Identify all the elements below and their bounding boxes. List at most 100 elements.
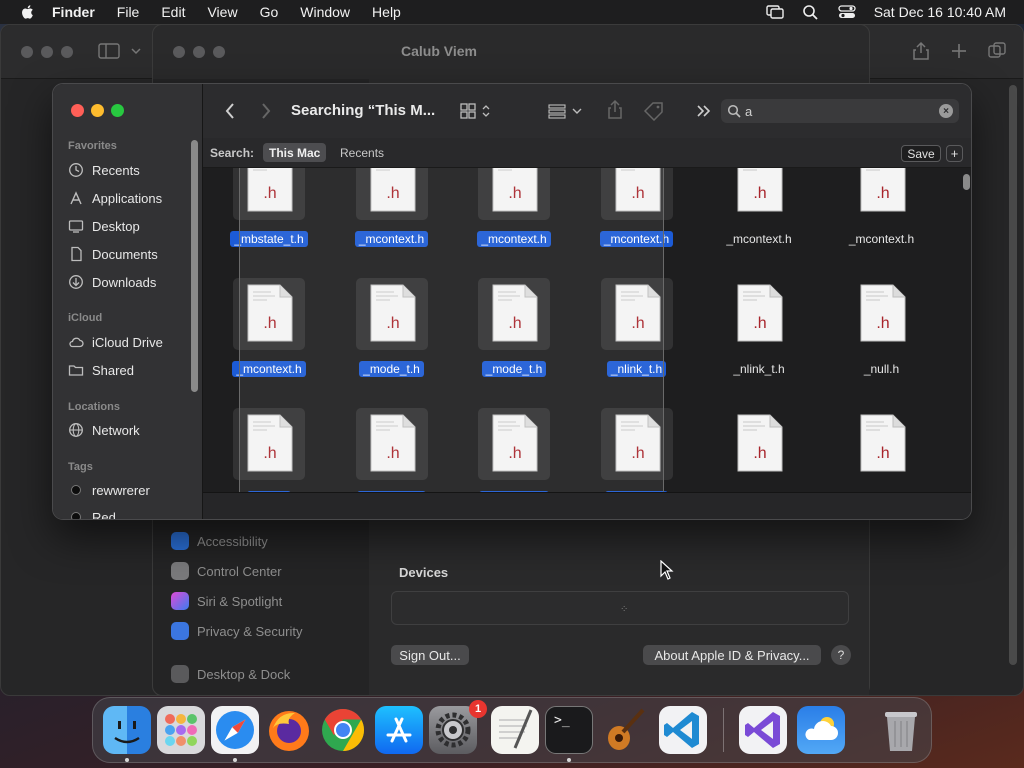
dock-trash[interactable] <box>877 706 925 754</box>
file-item[interactable]: .h_o_sync.h <box>571 408 681 492</box>
dock-garageband[interactable] <box>601 706 649 754</box>
menu-help[interactable]: Help <box>372 4 401 20</box>
dock-firefox[interactable] <box>265 706 313 754</box>
file-item[interactable]: .h _nlink_t.h <box>571 278 681 388</box>
dock-chrome[interactable] <box>319 706 367 754</box>
sidebar-item-tag-red[interactable]: Red <box>68 506 116 519</box>
file-item[interactable]: .h_off_t.h <box>816 408 926 492</box>
file-item[interactable]: .h_null.h <box>203 408 313 492</box>
dock-weather[interactable] <box>797 706 845 754</box>
file-item[interactable]: .h _nlink_t.h <box>693 278 803 388</box>
sidebar-item-network[interactable]: Network <box>68 419 140 441</box>
settings-item-accessibility[interactable]: Accessibility <box>171 530 268 552</box>
running-indicator <box>125 758 129 762</box>
add-criteria-button[interactable]: + <box>946 145 963 162</box>
forward-chevron-icon[interactable] <box>259 101 273 121</box>
scope-this-mac-button[interactable]: This Mac <box>263 143 327 162</box>
dock-vscode[interactable] <box>659 706 707 754</box>
tag-icon[interactable] <box>643 101 665 121</box>
sign-out-button[interactable]: Sign Out... <box>391 645 469 665</box>
icon-view-grid-icon[interactable] <box>459 101 493 121</box>
settings-item-siri-spotlight[interactable]: Siri & Spotlight <box>171 590 282 612</box>
menu-edit[interactable]: Edit <box>161 4 185 20</box>
file-item[interactable]: .h_o_dsync.h <box>326 408 436 492</box>
back-chevron-icon[interactable] <box>223 101 237 121</box>
chevron-down-icon[interactable] <box>131 47 141 55</box>
sidebar-item-downloads[interactable]: Downloads <box>68 271 156 293</box>
dock-terminal[interactable]: >_ <box>545 706 593 754</box>
control-center-icon[interactable] <box>838 4 856 20</box>
sidebar-item-applications[interactable]: Applications <box>68 187 162 209</box>
settings-item-control-center[interactable]: Control Center <box>171 560 282 582</box>
scope-recents-button[interactable]: Recents <box>340 146 384 160</box>
apple-logo-icon[interactable] <box>18 3 38 21</box>
file-item[interactable]: .h_o_dsync.h <box>448 408 558 492</box>
settings-zoom-button[interactable] <box>213 46 225 58</box>
file-item[interactable]: .h _mbstate_t.h <box>203 168 313 258</box>
sidebar-item-recents[interactable]: Recents <box>68 159 140 181</box>
menu-clock[interactable]: Sat Dec 16 10:40 AM <box>874 4 1006 20</box>
settings-item-desktop-dock[interactable]: Desktop & Dock <box>171 663 290 685</box>
tab-overview-icon[interactable] <box>987 41 1007 61</box>
search-input[interactable] <box>745 102 925 120</box>
sidebar-item-shared[interactable]: Shared <box>68 359 134 381</box>
file-item[interactable]: .h _mcontext.h <box>448 168 558 258</box>
group-by-icon[interactable] <box>547 101 587 121</box>
dock-launchpad[interactable] <box>157 706 205 754</box>
settings-minimize-button[interactable] <box>193 46 205 58</box>
bg-scrollbar[interactable] <box>1009 85 1017 665</box>
dock-textedit[interactable] <box>491 706 539 754</box>
sidebar-item-tag-rewwrerer[interactable]: rewwrerer <box>68 479 150 501</box>
bg-minimize-button[interactable] <box>41 46 53 58</box>
menu-go[interactable]: Go <box>260 4 279 20</box>
sidebar-toggle-icon[interactable] <box>98 43 120 59</box>
file-item[interactable]: .h _mode_t.h <box>326 278 436 388</box>
file-item[interactable]: .h _mcontext.h <box>326 168 436 258</box>
bg-zoom-button[interactable] <box>61 46 73 58</box>
tag-dot-icon <box>71 512 81 519</box>
dock-visual-studio[interactable] <box>739 706 787 754</box>
file-name: _mcontext.h <box>726 232 792 246</box>
finder-toolbar: Searching “This M... × <box>203 84 971 138</box>
share-icon[interactable] <box>911 41 931 61</box>
menu-window[interactable]: Window <box>300 4 350 20</box>
new-tab-icon[interactable] <box>949 41 969 61</box>
file-item[interactable]: .h _mcontext.h <box>816 168 926 258</box>
clear-search-icon[interactable]: × <box>939 104 953 118</box>
file-item[interactable]: .h _mcontext.h <box>693 168 803 258</box>
file-item[interactable]: .h_null.h <box>816 278 926 388</box>
save-search-button[interactable]: Save <box>901 145 941 162</box>
dock-app-store[interactable] <box>375 706 423 754</box>
menu-app-finder[interactable]: Finder <box>52 4 95 20</box>
file-item[interactable]: .h _mcontext.h <box>571 168 681 258</box>
close-button[interactable] <box>71 104 84 117</box>
more-chevron-icon[interactable] <box>695 101 713 121</box>
settings-item-privacy-security[interactable]: Privacy & Security <box>171 620 302 642</box>
share-icon[interactable] <box>605 99 625 121</box>
chrome-icon <box>322 709 365 751</box>
search-field[interactable]: × <box>721 99 959 123</box>
sidebar-item-desktop[interactable]: Desktop <box>68 215 140 237</box>
settings-close-button[interactable] <box>173 46 185 58</box>
file-extension-label: .h <box>386 315 399 332</box>
menu-view[interactable]: View <box>207 4 237 20</box>
dock-safari[interactable] <box>211 706 259 754</box>
screen-mirroring-icon[interactable] <box>765 4 784 20</box>
sidebar-scrollbar[interactable] <box>191 140 198 392</box>
spotlight-search-icon[interactable] <box>802 4 820 20</box>
menu-file[interactable]: File <box>117 4 140 20</box>
sidebar-item-icloud-drive[interactable]: iCloud Drive <box>68 331 163 353</box>
bg-close-button[interactable] <box>21 46 33 58</box>
minimize-button[interactable] <box>91 104 104 117</box>
file-icon-wrap: .h <box>233 278 305 350</box>
help-button[interactable]: ? <box>831 645 851 665</box>
file-item[interactable]: .h _mode_t.h <box>448 278 558 388</box>
about-apple-id-button[interactable]: About Apple ID & Privacy... <box>643 645 821 665</box>
results-scrollbar[interactable] <box>963 174 970 190</box>
file-item[interactable]: .h _mcontext.h <box>203 278 313 388</box>
sidebar-item-documents[interactable]: Documents <box>68 243 158 265</box>
file-item[interactable]: .h_o_sync.h <box>693 408 803 492</box>
file-icon-wrap: .h <box>355 408 428 480</box>
dock-finder[interactable] <box>103 706 151 754</box>
zoom-button[interactable] <box>111 104 124 117</box>
